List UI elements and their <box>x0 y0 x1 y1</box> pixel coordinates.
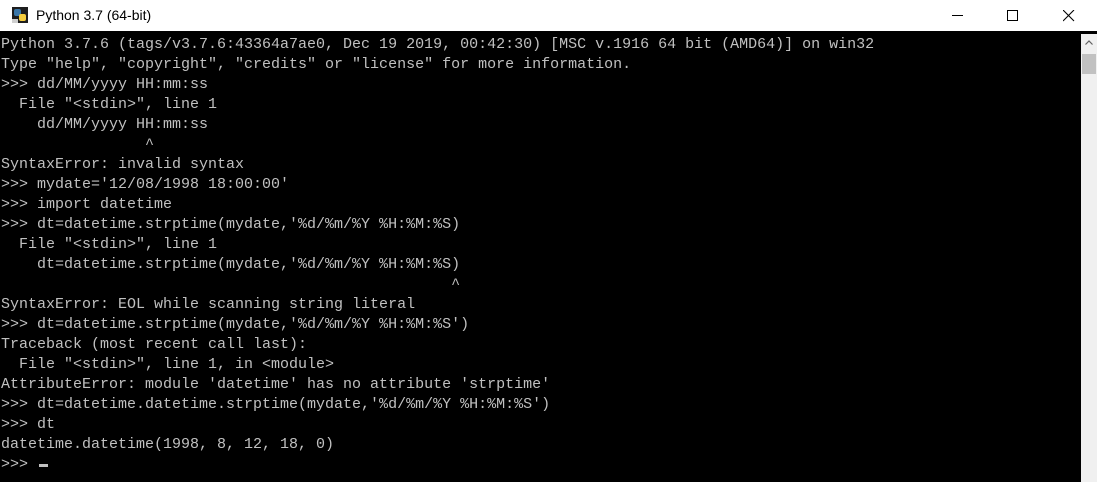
console-window: Python 3.7 (64-bit) Python 3.7.6 (tags/v… <box>0 0 1097 482</box>
console-line: SyntaxError: invalid syntax <box>1 156 245 173</box>
console-line: File "<stdin>", line 1, in <module> <box>1 356 335 373</box>
minimize-icon <box>952 15 963 16</box>
scroll-up-button[interactable] <box>1081 34 1097 51</box>
prompt: >>> <box>1 456 29 473</box>
maximize-icon <box>1007 10 1018 21</box>
minimize-button[interactable] <box>935 0 981 31</box>
console-line: >>> dt=datetime.strptime(mydate,'%d/%m/%… <box>1 216 461 233</box>
maximize-button[interactable] <box>990 0 1036 31</box>
close-icon <box>1063 10 1075 22</box>
console-line: >>> dd/MM/yyyy HH:mm:ss <box>1 76 209 93</box>
console-line: >>> mydate='12/08/1998 18:00:00' <box>1 176 290 193</box>
console-line: >>> import datetime <box>1 196 173 213</box>
console-line: ^ <box>1 136 155 153</box>
close-button[interactable] <box>1046 0 1092 31</box>
console-output[interactable]: Python 3.7.6 (tags/v3.7.6:43364a7ae0, De… <box>0 34 1081 482</box>
console-line: dd/MM/yyyy HH:mm:ss <box>1 116 209 133</box>
python-icon[interactable] <box>11 6 29 24</box>
console-line: Traceback (most recent call last): <box>1 336 308 353</box>
vertical-scrollbar[interactable] <box>1081 34 1097 482</box>
console-line: dt=datetime.strptime(mydate,'%d/%m/%Y %H… <box>1 256 461 273</box>
console-line: >>> dt=datetime.strptime(mydate,'%d/%m/%… <box>1 316 470 333</box>
console-line: Type "help", "copyright", "credits" or "… <box>1 56 632 73</box>
console-line: >>> dt=datetime.datetime.strptime(mydate… <box>1 396 551 413</box>
title-bar[interactable]: Python 3.7 (64-bit) <box>0 0 1097 31</box>
scroll-thumb[interactable] <box>1082 54 1096 74</box>
console-line: File "<stdin>", line 1 <box>1 96 218 113</box>
console-line: ^ <box>1 276 461 293</box>
window-title: Python 3.7 (64-bit) <box>36 7 152 23</box>
console-line: datetime.datetime(1998, 8, 12, 18, 0) <box>1 436 335 453</box>
input-line[interactable]: >>> <box>1 455 874 475</box>
chevron-up-icon <box>1085 40 1093 45</box>
console-lines: Python 3.7.6 (tags/v3.7.6:43364a7ae0, De… <box>1 35 874 475</box>
console-line: File "<stdin>", line 1 <box>1 236 218 253</box>
console-line: AttributeError: module 'datetime' has no… <box>1 376 551 393</box>
text-cursor <box>39 464 49 467</box>
console-line: Python 3.7.6 (tags/v3.7.6:43364a7ae0, De… <box>1 36 875 53</box>
console-line: >>> dt <box>1 416 56 433</box>
console-line: SyntaxError: EOL while scanning string l… <box>1 296 416 313</box>
